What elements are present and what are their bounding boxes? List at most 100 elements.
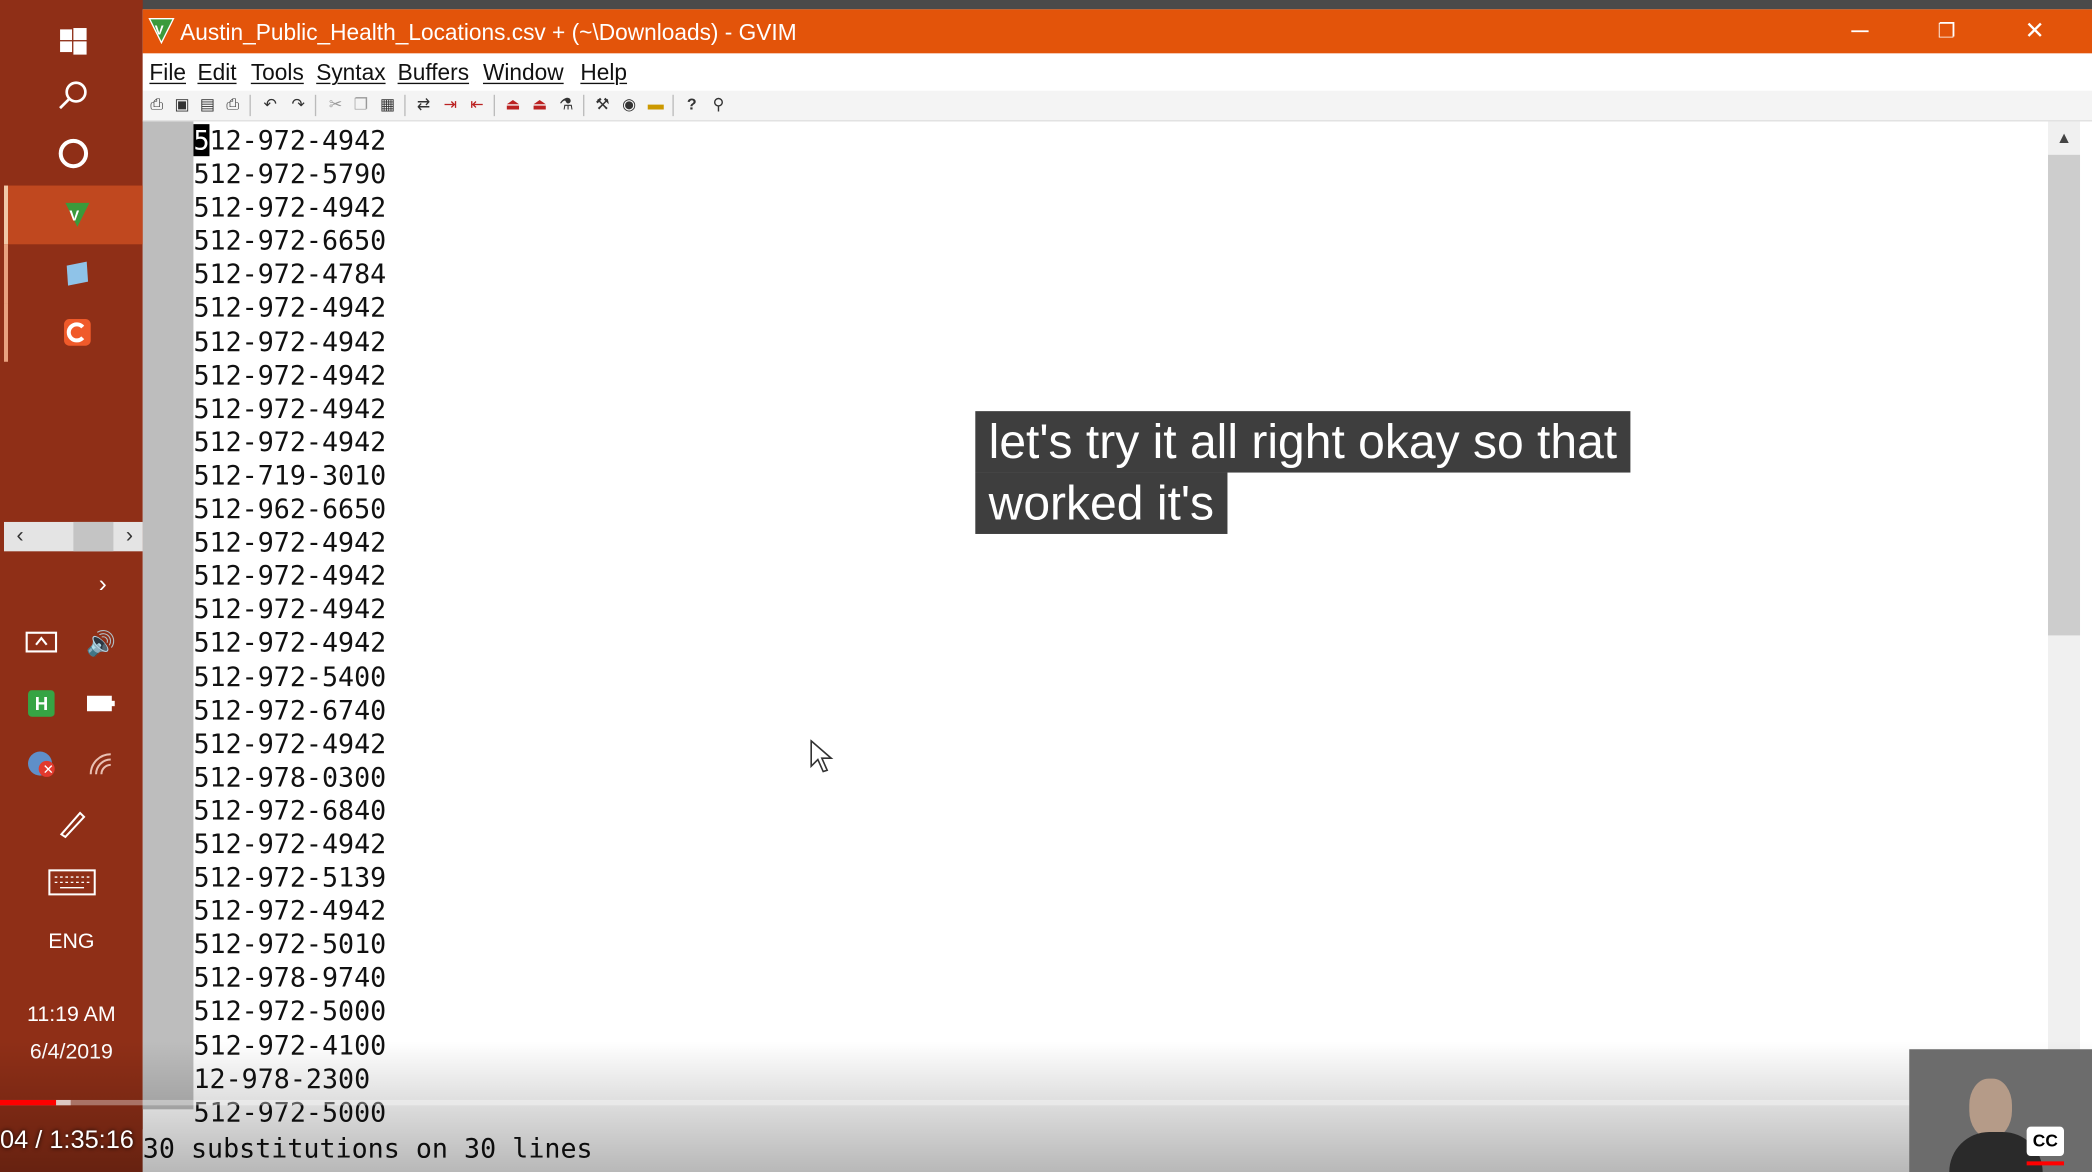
- text-editor[interactable]: 512-972-4942 512-972-5790 512-972-4942 512-…: [193, 121, 2048, 1132]
- redo-icon[interactable]: ↷: [288, 95, 308, 115]
- window-title: Austin_Public_Health_Locations.csv + (~\…: [180, 20, 797, 46]
- menu-buffers[interactable]: Buffers: [398, 60, 469, 87]
- start-icon[interactable]: [4, 12, 143, 71]
- mouse-pointer-icon: [810, 739, 834, 773]
- keyboard-icon[interactable]: [45, 862, 98, 902]
- video-progress-bar[interactable]: [0, 1099, 2092, 1106]
- volume-icon[interactable]: 🔊: [75, 623, 128, 663]
- buffer-line: 512-972-5400: [193, 660, 387, 693]
- menu-syntax[interactable]: Syntax: [316, 60, 385, 87]
- gvim-icon: V: [148, 18, 175, 45]
- run-script-icon[interactable]: ⚗: [556, 95, 576, 115]
- gvim-taskbar-icon[interactable]: V: [4, 185, 147, 245]
- toolbar-separator: [672, 94, 674, 117]
- toolbar-separator: [583, 94, 585, 117]
- buffer-line: 512-972-4784: [193, 258, 387, 291]
- scroll-right-icon[interactable]: ›: [116, 522, 143, 551]
- save-icon[interactable]: ▣: [172, 95, 192, 115]
- command-message: 30 substitutions on 30 lines: [142, 1131, 593, 1165]
- restore-button[interactable]: ❐: [1907, 9, 1987, 53]
- save-session-icon[interactable]: ⏏: [530, 95, 550, 115]
- windows-taskbar: V ‹ › › 🔊 H ✕ ENG 11:19 AM 6/4/2019: [0, 0, 147, 1172]
- vertical-scrollbar[interactable]: ▲: [2047, 121, 2081, 1132]
- buffer-line: 512-972-4942: [193, 894, 387, 927]
- buffer-line: 512-972-5790: [193, 157, 387, 190]
- screen: V ‹ › › 🔊 H ✕ ENG 11:19 AM 6/4/2019 V Au…: [0, 0, 2092, 1172]
- replace-icon[interactable]: ⇄: [414, 95, 434, 115]
- buffer-line: 512-972-4942: [193, 358, 387, 391]
- find-prev-icon[interactable]: ⇤: [467, 95, 487, 115]
- help-icon[interactable]: ?: [682, 95, 702, 115]
- toolbar: ⎙ ▣ ▤ ⎙ ↶ ↷ ✂ ❐ ▦ ⇄ ⇥ ⇤ ⏏ ⏏ ⚗ ⚒ ◉ ▬ ? ⚲: [142, 90, 2092, 122]
- menu-tools[interactable]: Tools: [251, 60, 304, 87]
- find-next-icon[interactable]: ⇥: [440, 95, 460, 115]
- scroll-up-icon[interactable]: ▲: [2048, 121, 2080, 154]
- load-session-icon[interactable]: ⏏: [503, 95, 523, 115]
- recorder-app-icon[interactable]: [4, 303, 147, 362]
- scrollbar-thumb[interactable]: [2047, 154, 2081, 636]
- find-help-icon[interactable]: ⚲: [708, 95, 728, 115]
- open-icon[interactable]: ⎙: [147, 95, 167, 115]
- toolbar-separator: [314, 94, 317, 117]
- print-icon[interactable]: ⎙: [223, 95, 243, 115]
- tags-icon[interactable]: ▬: [646, 95, 666, 115]
- battery-icon[interactable]: [75, 683, 128, 723]
- scroll-left-icon[interactable]: ‹: [7, 522, 34, 551]
- buffer-line: 512-972-6740: [193, 693, 387, 726]
- h-app-icon[interactable]: H: [15, 683, 68, 723]
- buffer-line: 512-719-3010: [193, 459, 387, 492]
- menu-edit[interactable]: Edit: [197, 60, 236, 87]
- presenter-head: [1969, 1078, 2012, 1138]
- webcam-overlay: [1909, 1049, 2092, 1172]
- svg-text:V: V: [69, 208, 79, 224]
- svg-text:H: H: [35, 693, 48, 714]
- toolbar-separator: [404, 94, 406, 117]
- wifi-icon[interactable]: [75, 744, 128, 784]
- buffer-lines: 512-972-4942 512-972-5790 512-972-4942 512-…: [193, 124, 386, 1129]
- menu-file[interactable]: File: [149, 60, 186, 87]
- buffer-line: 512-972-5139: [193, 861, 387, 894]
- svg-text:V: V: [155, 23, 164, 38]
- buffer-line: 512-972-4942: [193, 124, 386, 157]
- window-titlebar[interactable]: V Austin_Public_Health_Locations.csv + (…: [142, 9, 2092, 54]
- captions-button[interactable]: CC: [2026, 1126, 2065, 1157]
- cut-icon[interactable]: ✂: [326, 95, 346, 115]
- buffer-line: 512-972-4942: [193, 593, 387, 626]
- clock-time[interactable]: 11:19 AM: [0, 1004, 143, 1028]
- buffer-line: 512-972-4942: [193, 727, 387, 760]
- scrollbar-thumb[interactable]: [73, 521, 114, 552]
- display-icon[interactable]: [15, 623, 68, 663]
- buffer-line: 512-972-4942: [193, 425, 387, 458]
- taskbar-scrollbar[interactable]: ‹ ›: [4, 521, 143, 552]
- search-icon[interactable]: [4, 65, 143, 124]
- command-line[interactable]: 30 substitutions on 30 lines: [142, 1129, 2092, 1172]
- buffer-line: 512-978-0300: [193, 760, 387, 793]
- paste-icon[interactable]: ▦: [378, 95, 398, 115]
- shell-icon[interactable]: ◉: [619, 95, 639, 115]
- buffer-line: 512-978-9740: [193, 961, 387, 994]
- buffer-line: 512-972-4942: [193, 526, 387, 559]
- undo-icon[interactable]: ↶: [260, 95, 280, 115]
- buffer-line: 512-972-4942: [193, 191, 387, 224]
- language-indicator[interactable]: ENG: [0, 930, 143, 954]
- menu-help[interactable]: Help: [580, 60, 627, 87]
- chrome-error-icon[interactable]: ✕: [15, 744, 68, 784]
- buffer-line: 512-972-4942: [193, 291, 387, 324]
- clock-date[interactable]: 6/4/2019: [0, 1041, 143, 1065]
- buffer-line: 512-972-4942: [193, 325, 387, 358]
- menu-window[interactable]: Window: [483, 60, 564, 87]
- notes-app-icon[interactable]: [4, 244, 147, 304]
- played-bar: [0, 1099, 57, 1106]
- minimize-button[interactable]: ─: [1820, 9, 1900, 53]
- buffer-line: 512-972-4942: [193, 559, 387, 592]
- cortana-icon[interactable]: [4, 124, 143, 183]
- make-icon[interactable]: ⚒: [592, 95, 612, 115]
- menu-bar: File Edit Tools Syntax Buffers Window He…: [142, 53, 2092, 91]
- chevron-right-icon[interactable]: ›: [76, 563, 129, 603]
- save-all-icon[interactable]: ▤: [197, 95, 217, 115]
- copy-icon[interactable]: ❐: [351, 95, 371, 115]
- loaded-bar: [56, 1099, 72, 1106]
- pen-icon[interactable]: [45, 804, 98, 844]
- buffer-line: 512-972-5000: [193, 995, 387, 1028]
- close-button[interactable]: ✕: [1995, 9, 2075, 53]
